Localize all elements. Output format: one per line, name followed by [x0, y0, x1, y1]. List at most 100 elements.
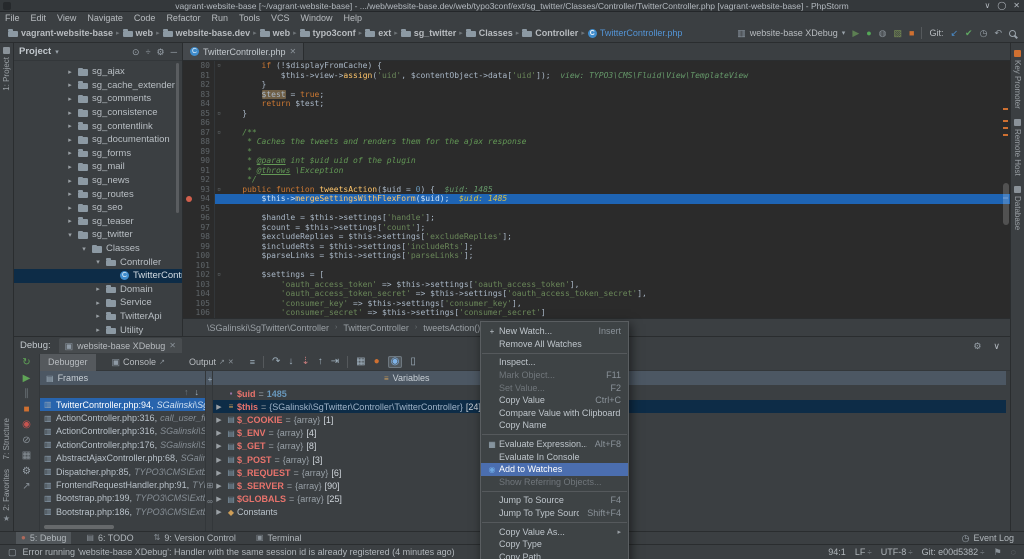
fold-marker-icon[interactable]: ▫ [215, 128, 223, 138]
tool-button-structure[interactable]: 7: Structure [2, 418, 11, 459]
frame-row[interactable]: ▥AbstractAjaxController.php:68,SGalinski… [40, 452, 205, 465]
tree-item-domain[interactable]: ▸Domain [14, 283, 182, 297]
event-log-button[interactable]: ◷ Event Log [962, 533, 1024, 544]
run-icon[interactable]: ▶ [852, 28, 859, 38]
chevron-right-icon[interactable]: ▶ [213, 456, 225, 464]
run-config-selector[interactable]: ▥ website-base XDebug ▾ [737, 28, 845, 38]
frame-row[interactable]: ▥Bootstrap.php:186,TYPO3\CMS\Extbase\C [40, 505, 205, 518]
chevron-right-icon[interactable]: ▸ [94, 299, 102, 307]
menu-code[interactable]: Code [134, 13, 156, 23]
chevron-right-icon[interactable]: ▸ [94, 285, 102, 293]
chevron-right-icon[interactable]: ▸ [66, 81, 74, 89]
chevron-right-icon[interactable]: ▸ [66, 190, 74, 198]
tree-item-sg_ajax[interactable]: ▸sg_ajax [14, 65, 182, 79]
hide-icon[interactable]: ─ [171, 47, 177, 57]
menu-item-inspect[interactable]: Inspect... [481, 356, 628, 369]
rerun-icon[interactable]: ↻ [22, 358, 30, 368]
tool-button-remote-host[interactable]: Remote Host [1013, 129, 1022, 176]
chevron-down-icon[interactable]: ▾ [66, 231, 74, 239]
breadcrumb-item[interactable]: Classes [466, 28, 513, 38]
tree-item-twittercontroller[interactable]: CTwitterController [14, 269, 182, 283]
history-icon[interactable]: ◷ [980, 28, 988, 38]
menu-navigate[interactable]: Navigate [87, 13, 123, 23]
breadcrumb-item[interactable]: Controller [522, 28, 578, 38]
fold-marker-icon[interactable]: ▫ [215, 61, 223, 71]
tree-item-sg_twitter[interactable]: ▾sg_twitter [14, 228, 182, 242]
error-stripe-mark[interactable] [1003, 127, 1008, 129]
breadcrumb-item[interactable]: web [123, 28, 154, 38]
tool-button-todo[interactable]: ▤6: TODO [81, 532, 138, 545]
tree-item-sg_mail[interactable]: ▸sg_mail [14, 160, 182, 174]
chevron-right-icon[interactable]: ▸ [66, 68, 74, 76]
maximize-icon[interactable]: ◯ [997, 0, 1006, 12]
tree-item-sg_forms[interactable]: ▸sg_forms [14, 147, 182, 161]
frame-row[interactable]: ▥ActionController.php:176,SGalinski\SgTw… [40, 438, 205, 451]
tree-item-sg_cache_extender[interactable]: ▸sg_cache_extender [14, 79, 182, 93]
chevron-right-icon[interactable]: ▶ [213, 416, 225, 424]
step-into-icon[interactable]: ↓ [288, 357, 293, 367]
chevron-right-icon[interactable]: ▸ [66, 149, 74, 157]
chevron-right-icon[interactable]: ▶ [213, 403, 225, 411]
editor-tab[interactable]: C TwitterController.php ✕ [183, 43, 304, 60]
chevron-right-icon[interactable]: ▸ [66, 122, 74, 130]
frames-hscrollbar[interactable] [44, 525, 114, 529]
menu-item-copy-path[interactable]: Copy Path [481, 551, 628, 559]
menu-refactor[interactable]: Refactor [166, 13, 200, 23]
tree-item-sg_consistence[interactable]: ▸sg_consistence [14, 106, 182, 120]
chevron-down-icon[interactable]: ▾ [94, 258, 102, 266]
chevron-right-icon[interactable]: ▸ [66, 204, 74, 212]
menu-item-copy-value-as[interactable]: Copy Value As...▸ [481, 525, 628, 538]
error-stripe-mark[interactable] [1003, 120, 1008, 122]
tree-item-sg_routes[interactable]: ▸sg_routes [14, 187, 182, 201]
breadcrumb-item[interactable]: typo3conf [300, 28, 356, 38]
chevron-right-icon[interactable]: ▶ [213, 442, 225, 450]
close-icon[interactable]: ✕ [228, 358, 234, 366]
tree-item-sg_contentlink[interactable]: ▸sg_contentlink [14, 119, 182, 133]
error-stripe-mark[interactable] [1003, 134, 1008, 136]
minimize-icon[interactable]: ∨ [993, 341, 1000, 351]
update-icon[interactable]: ↙ [951, 28, 959, 38]
tree-item-utility[interactable]: ▸Utility [14, 323, 182, 336]
tab-output[interactable]: Output↗✕ [181, 354, 242, 371]
frame-row[interactable]: ▥Dispatcher.php:85,TYPO3\CMS\Extbase\M [40, 465, 205, 478]
lock-icon[interactable]: ◌ [1011, 547, 1016, 557]
frame-row[interactable]: ▥ActionController.php:316,call_user_func… [40, 411, 205, 424]
menu-window[interactable]: Window [301, 13, 333, 23]
menu-item-copy-name[interactable]: Copy Name [481, 419, 628, 432]
tree-item-controller[interactable]: ▾Controller [14, 255, 182, 269]
tab-debugger[interactable]: Debugger [40, 354, 96, 371]
menu-item-new-watch[interactable]: +New Watch...Insert [481, 325, 628, 338]
resume-icon[interactable]: ▶ [23, 374, 31, 384]
breadcrumb-item-file[interactable]: CTwitterController.php [588, 28, 683, 38]
breadcrumb-item[interactable]: web [260, 28, 291, 38]
menu-item-add-to-watches[interactable]: ◉Add to Watches [481, 463, 628, 476]
menu-edit[interactable]: Edit [31, 13, 47, 23]
evaluate-expression-icon[interactable]: ▦ [356, 357, 365, 367]
tree-item-sg_documentation[interactable]: ▸sg_documentation [14, 133, 182, 147]
search-icon[interactable] [1009, 30, 1016, 37]
breakpoints-circle-icon[interactable]: ● [374, 357, 380, 367]
chevron-right-icon[interactable]: ▶ [213, 429, 225, 437]
chevron-right-icon[interactable]: ▸ [66, 95, 74, 103]
menu-item-remove-all-watches[interactable]: Remove All Watches [481, 338, 628, 351]
locate-icon[interactable]: ⊙ [132, 47, 140, 57]
tree-item-service[interactable]: ▸Service [14, 296, 182, 310]
editor-breadcrumb-item[interactable]: TwitterController [343, 323, 409, 333]
frame-down-icon[interactable]: ↓ [195, 387, 200, 397]
minimize-icon[interactable]: ∨ [984, 0, 990, 12]
menu-item-jump-to-type-source[interactable]: Jump To Type SourceShift+F4 [481, 507, 628, 520]
caret-position-widget[interactable]: 94:1 [828, 547, 846, 557]
coverage-icon[interactable]: ◍ [879, 28, 887, 38]
tree-item-classes[interactable]: ▾Classes [14, 242, 182, 256]
tree-item-sg_news[interactable]: ▸sg_news [14, 174, 182, 188]
code-area[interactable]: 80▫ if (!$displayFromCache) {81 $this->v… [183, 61, 1010, 318]
chevron-right-icon[interactable]: ▸ [94, 312, 102, 320]
editor-breadcrumb-item[interactable]: tweetsAction() [423, 323, 480, 333]
frame-row[interactable]: ▥FrontendRequestHandler.php:91,TYPO3\C [40, 478, 205, 491]
settings-icon[interactable]: ⚙ [973, 341, 981, 351]
menu-item-compare-value-with-clipboard[interactable]: Compare Value with Clipboard [481, 407, 628, 420]
add-watch-icon[interactable]: + [206, 375, 214, 384]
watch-values-icon[interactable]: ◉ [388, 356, 403, 368]
project-tool-icon[interactable] [3, 47, 10, 54]
collapse-all-icon[interactable]: ÷ [146, 47, 151, 57]
